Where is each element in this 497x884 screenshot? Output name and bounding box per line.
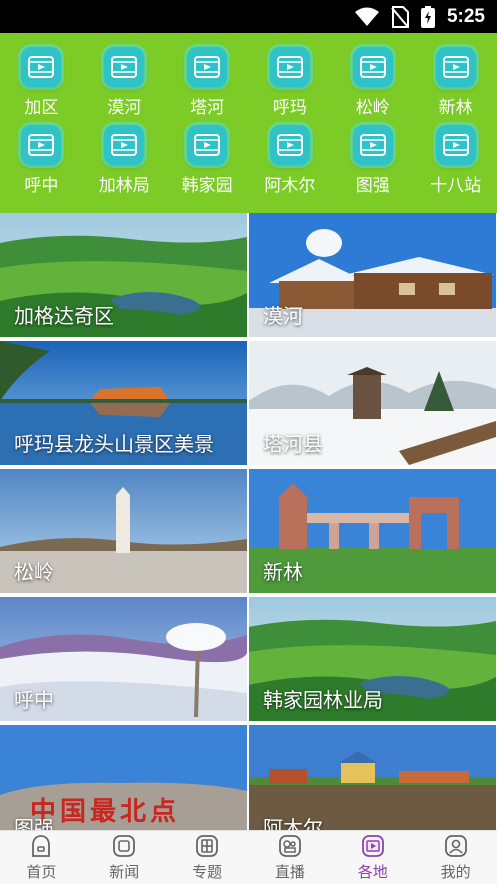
region-photo-card[interactable]: 呼玛县龙头山景区美景 (0, 341, 247, 465)
region-label: 呼中 (24, 176, 59, 196)
tab-label: 专题 (192, 863, 223, 881)
no-sim-icon (391, 5, 409, 28)
profile-icon (444, 835, 467, 857)
region-photo-card[interactable]: 加格达奇区 (0, 213, 247, 337)
region-label: 新林 (438, 98, 473, 118)
region-photo-card[interactable]: 塔河县 (249, 341, 496, 465)
local-icon (361, 835, 384, 857)
photo-caption: 漠河 (263, 304, 303, 328)
tab-live[interactable]: 直播 (249, 831, 332, 884)
battery-charging-icon (420, 5, 435, 28)
region-label: 韩家园 (181, 176, 233, 196)
video-icon (187, 125, 228, 165)
region-label: 十八站 (430, 176, 482, 196)
video-icon (269, 47, 310, 87)
clock: 5:25 (446, 5, 485, 27)
region-item[interactable]: 松岭 (331, 47, 414, 125)
photo-caption: 松岭 (14, 560, 54, 584)
video-icon (187, 47, 228, 87)
region-photo-grid: 加格达奇区 漠河呼玛县龙头山景区美景 塔河县松岭 新林呼中 韩家园林业局 中国最北点 图强阿… (0, 213, 497, 830)
region-label: 漠河 (107, 98, 142, 118)
tab-profile[interactable]: 我的 (414, 831, 497, 884)
region-item[interactable]: 新林 (414, 47, 497, 125)
topic-icon (196, 835, 218, 857)
photo-caption: 阿木尔 (263, 816, 323, 830)
bottom-tab-bar: 首页 新闻 专题 直播 各地 我的 (0, 830, 497, 884)
tab-label: 新闻 (109, 863, 140, 881)
tab-label: 直播 (274, 863, 305, 881)
tab-label: 我的 (440, 863, 471, 881)
region-item[interactable]: 加林局 (83, 125, 166, 203)
region-item[interactable]: 漠河 (83, 47, 166, 125)
photo-caption: 新林 (263, 560, 303, 584)
video-icon (435, 125, 476, 165)
region-item[interactable]: 呼玛 (249, 47, 332, 125)
video-icon (269, 125, 310, 165)
region-photo-card[interactable]: 漠河 (249, 213, 496, 337)
region-photo-card[interactable]: 呼中 (0, 597, 247, 721)
live-icon (279, 835, 301, 857)
region-photo-card[interactable]: 松岭 (0, 469, 247, 593)
region-item[interactable]: 阿木尔 (249, 125, 332, 203)
region-photo-card[interactable]: 中国最北点 图强 (0, 725, 247, 830)
region-label: 加林局 (98, 176, 150, 196)
region-label: 塔河 (190, 98, 225, 118)
region-label: 阿木尔 (264, 176, 316, 196)
status-bar: 5:25 (0, 0, 497, 33)
photo-caption: 呼玛县龙头山景区美景 (14, 432, 214, 456)
wifi-icon (354, 7, 379, 26)
region-label: 加区 (24, 98, 59, 118)
video-icon (352, 125, 393, 165)
region-grid: 加区 漠河 塔河 呼玛 松岭 新林呼中 加林局 韩家园 阿木尔 图强 十八站 (0, 33, 497, 213)
tab-label: 各地 (357, 863, 388, 881)
video-icon (21, 125, 62, 165)
home-icon (32, 835, 51, 857)
region-item[interactable]: 韩家园 (166, 125, 249, 203)
region-photo-card[interactable]: 韩家园林业局 (249, 597, 496, 721)
region-item[interactable]: 图强 (331, 125, 414, 203)
photo-caption: 加格达奇区 (14, 304, 114, 328)
region-photo-card[interactable]: 阿木尔 (249, 725, 496, 830)
region-photo-card[interactable]: 新林 (249, 469, 496, 593)
region-label: 松岭 (355, 98, 390, 118)
region-label: 图强 (355, 176, 390, 196)
photo-caption: 呼中 (14, 688, 54, 712)
news-icon (113, 835, 136, 857)
video-icon (435, 47, 476, 87)
video-icon (104, 47, 145, 87)
region-item[interactable]: 呼中 (0, 125, 83, 203)
region-item[interactable]: 加区 (0, 47, 83, 125)
video-icon (352, 47, 393, 87)
tab-topic[interactable]: 专题 (166, 831, 249, 884)
region-label: 呼玛 (272, 98, 307, 118)
region-item[interactable]: 塔河 (166, 47, 249, 125)
tab-home[interactable]: 首页 (0, 831, 83, 884)
tab-local[interactable]: 各地 (331, 831, 414, 884)
photo-caption: 图强 (14, 816, 54, 830)
tab-label: 首页 (26, 863, 57, 881)
tab-news[interactable]: 新闻 (83, 831, 166, 884)
video-icon (104, 125, 145, 165)
photo-caption: 韩家园林业局 (263, 688, 383, 712)
region-item[interactable]: 十八站 (414, 125, 497, 203)
video-icon (21, 47, 62, 87)
photo-caption: 塔河县 (263, 432, 323, 456)
